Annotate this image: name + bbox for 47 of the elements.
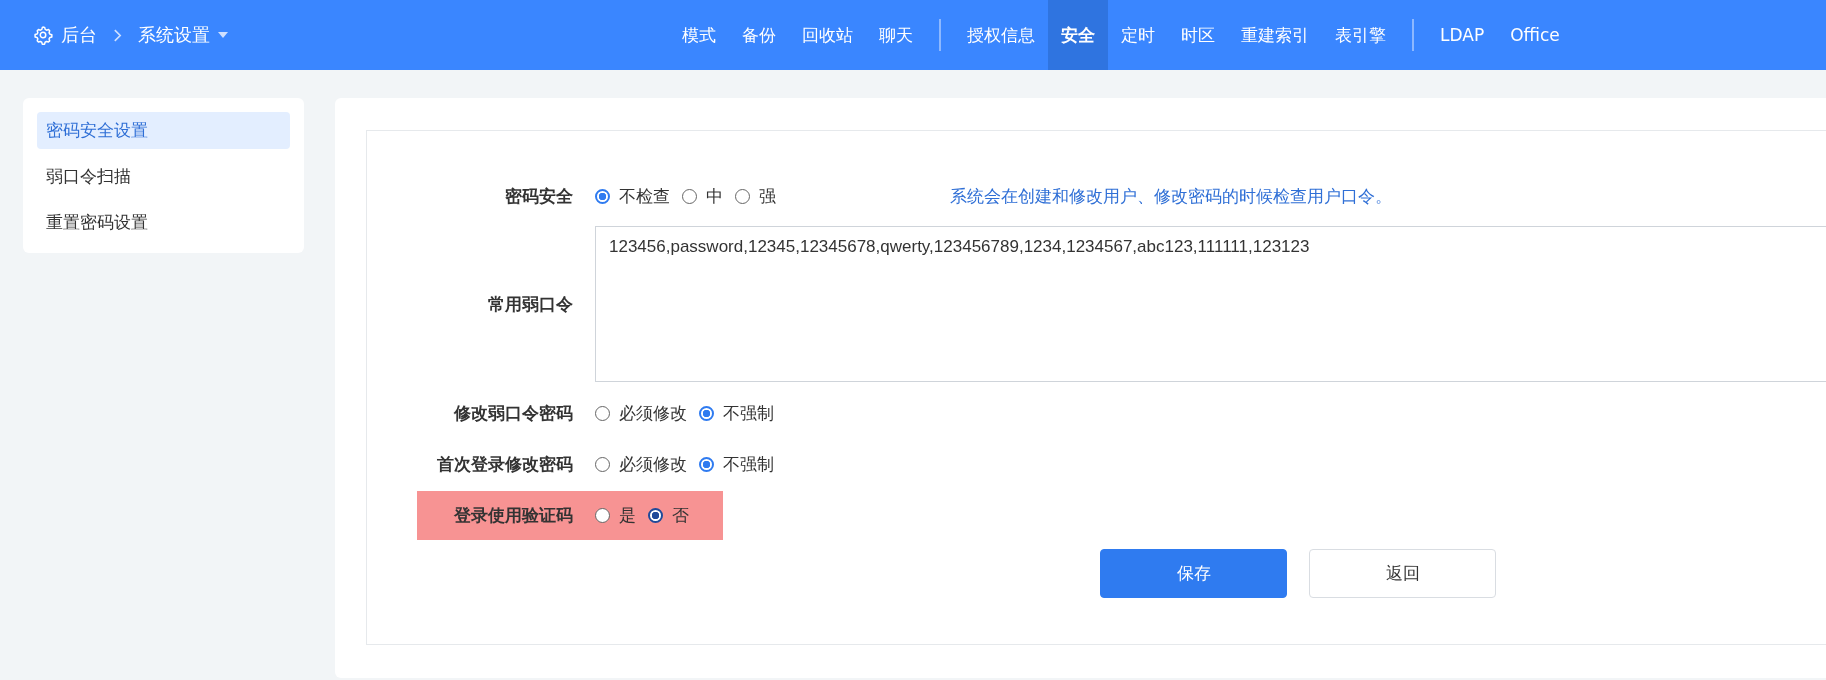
radio-label[interactable]: 不强制 — [723, 453, 774, 476]
nav-tab[interactable]: 表引擎 — [1322, 0, 1399, 70]
input-field[interactable]: 123456,password,12345,12345678,qwerty,123456789,1234,1234567,abc123,111111,123123 — [595, 226, 1826, 382]
radio-button[interactable] — [699, 457, 714, 472]
field-label: 登录使用验证码 — [453, 504, 573, 527]
nav-tab[interactable]: 定时 — [1108, 0, 1168, 70]
radio-button[interactable] — [648, 508, 663, 523]
radio-label[interactable]: 不检查 — [619, 185, 670, 208]
nav-tab[interactable]: Office — [1497, 0, 1573, 70]
nav-tab[interactable]: 模式 — [669, 0, 729, 70]
home-link[interactable]: 后台 — [61, 23, 97, 47]
radio-label[interactable]: 否 — [672, 504, 689, 527]
radio-button[interactable] — [595, 457, 610, 472]
radio-button[interactable] — [595, 189, 610, 204]
field-label: 密码安全 — [504, 185, 573, 208]
back-button[interactable]: 返回 — [1309, 549, 1496, 598]
nav-tab[interactable]: 重建索引 — [1228, 0, 1322, 70]
field-label: 首次登录修改密码 — [436, 453, 573, 476]
nav-tab[interactable]: 时区 — [1168, 0, 1228, 70]
radio-button[interactable] — [595, 406, 610, 421]
radio-label[interactable]: 必须修改 — [619, 453, 687, 476]
radio-button[interactable] — [595, 508, 610, 523]
field-label: 常用弱口令 — [487, 292, 573, 316]
settings-icon — [33, 25, 53, 45]
nav-tab[interactable]: LDAP — [1427, 0, 1498, 70]
radio-label[interactable]: 必须修改 — [619, 402, 687, 425]
field-label: 修改弱口令密码 — [453, 402, 573, 425]
radio-label[interactable]: 是 — [619, 504, 636, 527]
nav-tab[interactable]: 聊天 — [866, 0, 926, 70]
radio-button[interactable] — [735, 189, 750, 204]
radio-button[interactable] — [682, 189, 697, 204]
sidebar-item[interactable]: 弱口令扫描 — [37, 158, 290, 195]
radio-label[interactable]: 强 — [759, 185, 776, 208]
nav-tab[interactable]: 安全 — [1048, 0, 1108, 70]
radio-label[interactable]: 中 — [706, 185, 723, 208]
radio-button[interactable] — [699, 406, 714, 421]
nav-tab[interactable]: 备份 — [729, 0, 789, 70]
breadcrumb-dropdown[interactable]: 系统设置 — [138, 23, 210, 47]
nav-tab[interactable]: 授权信息 — [954, 0, 1048, 70]
radio-label[interactable]: 不强制 — [723, 402, 774, 425]
caret-down-icon — [218, 32, 228, 38]
nav-tab[interactable]: 回收站 — [789, 0, 866, 70]
sidebar-item[interactable]: 重置密码设置 — [37, 204, 290, 241]
save-button[interactable]: 保存 — [1100, 549, 1287, 598]
hint-text: 系统会在创建和修改用户、修改密码的时候检查用户口令。 — [950, 185, 1392, 208]
sidebar-item[interactable]: 密码安全设置 — [37, 112, 290, 149]
chevron-right-icon — [113, 28, 122, 42]
